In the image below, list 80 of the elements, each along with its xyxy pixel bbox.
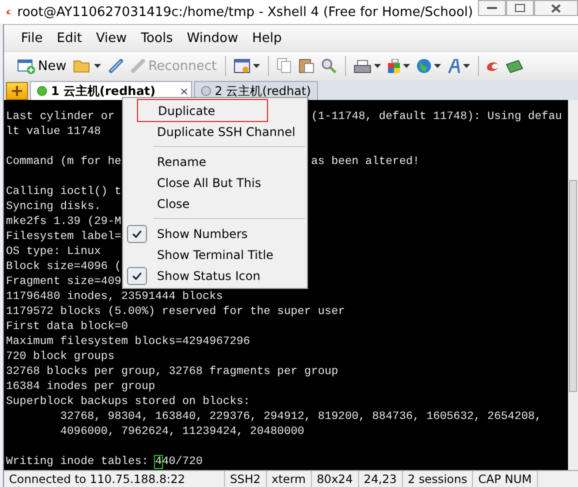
- caret-icon: [374, 64, 381, 68]
- status-cell: 80x24: [312, 471, 359, 487]
- minimize-icon: [487, 7, 497, 9]
- close-button[interactable]: [534, 0, 578, 16]
- menu-item[interactable]: Window: [180, 30, 246, 46]
- terminal-line: 32768, 98304, 163840, 229376, 294912, 819200, 884736, 1605632, 2654208,: [59, 410, 542, 425]
- terminal-line: Last cylinder or: [6, 110, 114, 125]
- globe-icon: [416, 59, 431, 73]
- caret-icon: [462, 64, 470, 68]
- status-cell: CAP NUM: [473, 471, 538, 487]
- status-cell: Connected to 110.75.188.8:22: [4, 471, 225, 487]
- terminal-line: lt value 11748: [6, 125, 101, 140]
- palette-icon: [388, 59, 400, 73]
- terminal-line: OS type: Linux: [6, 245, 101, 260]
- menu-item[interactable]: View: [88, 30, 134, 46]
- terminal-line: 11796480 inodes, 23591444 blocks: [6, 290, 223, 305]
- plus-icon: [12, 86, 22, 96]
- copy-icon: [276, 58, 292, 74]
- printer-icon: [354, 60, 371, 72]
- caret-icon: [252, 64, 260, 68]
- paste-icon: [298, 59, 314, 73]
- terminal-line: 32768 blocks per group, 32768 fragments per group: [6, 365, 338, 380]
- menu-entry[interactable]: Show Numbers: [125, 223, 305, 244]
- menu-item[interactable]: File: [14, 30, 50, 46]
- terminal-line: as been altered!: [311, 155, 420, 170]
- menu-item[interactable]: Tools: [134, 30, 180, 46]
- scrollbar[interactable]: [568, 100, 578, 470]
- terminal-line: Fragment size=409: [6, 275, 122, 290]
- caret-icon: [94, 64, 102, 68]
- new-tab-button[interactable]: [6, 82, 28, 100]
- status-cell: xterm: [266, 471, 312, 487]
- terminal-line: Superblock backups stored on blocks:: [6, 395, 250, 410]
- close-icon: [551, 4, 561, 12]
- folder-icon: [73, 59, 92, 73]
- terminal-line: Syncing disks.: [6, 200, 101, 215]
- terminal-line: Calling ioctl() t: [6, 185, 122, 200]
- status-cell: 24,23: [358, 471, 403, 487]
- swirl-icon: [486, 62, 499, 70]
- terminal-line: Writing inode tables: 440/720: [6, 455, 203, 470]
- letter-a-icon: [448, 58, 460, 74]
- menu-entry[interactable]: Close All But This: [125, 172, 305, 193]
- status-cell: SSH2: [225, 471, 267, 487]
- terminal-line: Block size=4096 (: [6, 260, 122, 275]
- menu-item[interactable]: Edit: [50, 30, 89, 46]
- terminal-line: mke2fs 1.39 (29-M: [6, 215, 122, 230]
- tab-label: 2 云主机(redhat): [214, 82, 311, 100]
- new-window-icon: [17, 58, 35, 74]
- menu-entry[interactable]: Duplicate SSH Channel: [125, 121, 305, 142]
- menu-entry[interactable]: Show Status Icon: [125, 265, 305, 286]
- terminal-line: 720 block groups: [6, 350, 114, 365]
- tab-label: 1 云主机(redhat): [51, 82, 156, 100]
- terminal-line: Command (m for he: [6, 155, 122, 170]
- tab-close-button[interactable]: ×: [180, 84, 189, 98]
- window-title: root@AY110627031419c:/home/tmp - Xshell 4 (Free for Home/School): [17, 4, 473, 20]
- maximize-button[interactable]: [506, 0, 534, 16]
- terminal-line: First data block=0: [6, 320, 128, 335]
- window-gear-icon: [234, 59, 250, 73]
- status-cell: 2 sessions: [402, 471, 474, 487]
- menu-entry[interactable]: Show Terminal Title: [125, 244, 305, 265]
- terminal-line: Filesystem label=: [6, 230, 122, 245]
- menu-entry[interactable]: Duplicate: [138, 100, 267, 121]
- app-logo-icon: [6, 7, 12, 17]
- terminal-line: (1-11748, default 11748): Using defau: [311, 110, 562, 125]
- terminal-line: 4096000, 7962624, 11239424, 20480000: [59, 425, 304, 440]
- terminal-line: 16384 inodes per group: [6, 380, 156, 395]
- new-button[interactable]: New: [14, 54, 70, 78]
- banknote-icon: [506, 60, 523, 72]
- session-tab[interactable]: 1 云主机(redhat) ×: [30, 81, 192, 100]
- search-icon: [320, 58, 337, 74]
- maximize-icon: [515, 4, 525, 12]
- link-icon: [131, 59, 146, 73]
- minimize-button[interactable]: [478, 0, 506, 16]
- terminal-line: 1179572 blocks (5.00%) reserved for the super user: [6, 305, 345, 320]
- caret-icon: [402, 64, 410, 68]
- link-icon: [108, 58, 124, 74]
- caret-icon: [434, 64, 441, 68]
- menu-entry[interactable]: Close: [125, 193, 305, 214]
- terminal-line: Maximum filesystem blocks=4294967296: [6, 335, 250, 350]
- menu-item[interactable]: Help: [245, 30, 289, 46]
- menu-entry[interactable]: Rename: [125, 151, 305, 172]
